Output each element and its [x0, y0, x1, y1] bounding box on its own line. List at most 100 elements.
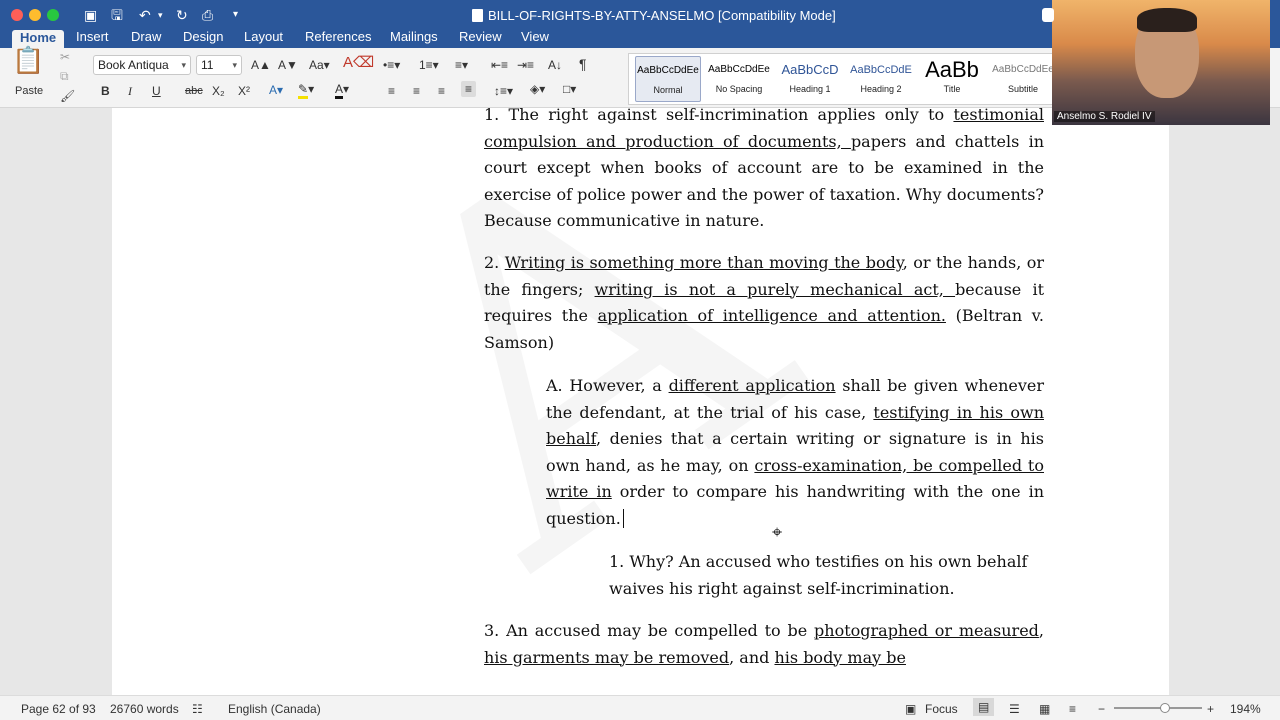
superscript-button[interactable]: X²	[238, 83, 250, 99]
font-size-select[interactable]: 11 ▾	[196, 55, 242, 75]
style-heading-2[interactable]: AaBbCcDdE Heading 2	[848, 56, 914, 102]
video-overlay[interactable]: Anselmo S. Rodiel IV	[1052, 0, 1270, 125]
style-preview: AaBbCcD	[781, 62, 839, 77]
increase-indent-icon[interactable]: ⇥≡	[517, 57, 534, 73]
zoom-slider-thumb[interactable]	[1160, 703, 1170, 713]
align-right-icon[interactable]: ≡	[438, 83, 445, 99]
underlined-text: his garments may be removed	[484, 647, 730, 667]
text-run: 1. The right against self-incrimination …	[484, 108, 954, 124]
proofing-icon[interactable]: ☷	[192, 702, 203, 716]
italic-button[interactable]: I	[128, 83, 132, 99]
underlined-text: Writing is something more than moving th…	[504, 253, 903, 272]
tab-draw[interactable]: Draw	[131, 30, 161, 48]
style-normal[interactable]: AaBbCcDdEe Normal	[635, 56, 701, 102]
subscript-button[interactable]: X₂	[212, 83, 225, 99]
bullets-icon[interactable]: •≡▾	[383, 57, 400, 73]
paragraph-a-1[interactable]: 1. Why? An accused who testifies on his …	[609, 549, 1044, 602]
draft-view-icon[interactable]: ▦	[1039, 702, 1050, 716]
sidebar-toggle-icon[interactable]: ▣	[84, 7, 97, 23]
text-run: 3. An accused may be compelled to be	[484, 621, 815, 640]
participant-hair	[1137, 8, 1197, 32]
text-effects-icon[interactable]: A▾	[269, 82, 283, 98]
style-preview: AaBbCcDdE	[850, 64, 912, 76]
redo-icon[interactable]: ↻	[176, 7, 188, 23]
chevron-down-icon: ▾	[232, 60, 237, 70]
paste-label[interactable]: Paste	[15, 83, 43, 99]
shading-icon[interactable]: ◈▾	[530, 81, 545, 97]
decrease-indent-icon[interactable]: ⇤≡	[491, 57, 508, 73]
minimize-window-button[interactable]	[29, 9, 41, 21]
save-icon[interactable]: 🖫	[111, 7, 123, 23]
font-name-select[interactable]: Book Antiqua ▾	[93, 55, 191, 75]
customize-toolbar-icon[interactable]: ▾	[233, 7, 238, 23]
show-formatting-icon[interactable]: ¶	[579, 56, 587, 72]
tab-mailings[interactable]: Mailings	[390, 30, 438, 48]
undo-dropdown-icon[interactable]: ▾	[158, 7, 163, 23]
shrink-font-icon[interactable]: A▼	[278, 57, 298, 73]
outline-view-icon[interactable]: ☰	[1009, 702, 1020, 716]
tab-references[interactable]: References	[305, 30, 371, 48]
close-window-button[interactable]	[11, 9, 23, 21]
document-page[interactable]: A 1. The right against self-incriminatio…	[112, 108, 1169, 695]
underlined-text: writing is not a purely mechanical act,	[594, 279, 956, 299]
ibeam-cursor-icon: ⌖	[772, 522, 783, 542]
tab-review[interactable]: Review	[459, 30, 502, 48]
justify-icon[interactable]: ≡	[461, 81, 477, 97]
style-no-spacing[interactable]: AaBbCcDdEe No Spacing	[706, 56, 772, 102]
page-count[interactable]: Page 62 of 93	[21, 702, 96, 716]
line-spacing-icon[interactable]: ↕≡▾	[494, 83, 513, 99]
tab-layout[interactable]: Layout	[244, 30, 283, 48]
paragraph-2[interactable]: 2. Writing is something more than moving…	[484, 250, 1044, 356]
style-subtitle[interactable]: AaBbCcDdEe Subtitle	[990, 56, 1056, 102]
print-layout-icon[interactable]: ▤	[973, 698, 995, 716]
style-heading-1[interactable]: AaBbCcD Heading 1	[777, 56, 843, 102]
document-canvas: A 1. The right against self-incriminatio…	[0, 108, 1280, 695]
zoom-out-icon[interactable]: −	[1098, 702, 1105, 716]
numbering-icon[interactable]: 1≡▾	[419, 57, 439, 73]
word-count[interactable]: 26760 words	[110, 702, 179, 716]
style-label: Subtitle	[1007, 84, 1039, 94]
language[interactable]: English (Canada)	[228, 702, 321, 716]
style-label: No Spacing	[715, 84, 763, 94]
grow-font-icon[interactable]: A▲	[251, 57, 271, 73]
tab-insert[interactable]: Insert	[76, 30, 109, 48]
focus-icon[interactable]: ▣	[905, 702, 916, 716]
zoom-level[interactable]: 194%	[1230, 702, 1261, 716]
tab-view[interactable]: View	[521, 30, 549, 48]
underline-button[interactable]: U	[152, 83, 161, 99]
zoom-in-icon[interactable]: +	[1207, 702, 1214, 716]
paragraph-3[interactable]: 3. An accused may be compelled to be pho…	[484, 618, 1044, 671]
tab-design[interactable]: Design	[183, 30, 223, 48]
font-color-icon[interactable]: A▾	[335, 81, 349, 99]
style-preview: AaBbCcDdEe	[708, 64, 770, 75]
style-preview: AaBbCcDdEe	[637, 65, 699, 76]
text-run: 1. Why? An accused who testifies on his …	[609, 552, 1028, 598]
text-cursor	[622, 508, 624, 528]
paragraph-1[interactable]: 1. The right against self-incrimination …	[484, 108, 1044, 235]
zoom-window-button[interactable]	[47, 9, 59, 21]
paste-icon[interactable]: 📋	[12, 47, 44, 73]
text-run: ,	[1038, 621, 1045, 640]
zoom-slider[interactable]	[1114, 707, 1202, 709]
strikethrough-button[interactable]: abc	[185, 83, 203, 99]
borders-icon[interactable]: □▾	[563, 81, 576, 97]
screen-share-icon[interactable]	[1042, 8, 1054, 22]
web-layout-icon[interactable]: ≡	[1069, 702, 1076, 716]
align-center-icon[interactable]: ≡	[413, 83, 420, 99]
copy-icon[interactable]: ⧉	[60, 68, 69, 84]
cut-icon[interactable]: ✂	[60, 49, 70, 65]
status-bar: Page 62 of 93 26760 words ☷ English (Can…	[0, 695, 1280, 720]
focus-label[interactable]: Focus	[925, 702, 958, 716]
undo-icon[interactable]: ↶	[139, 7, 151, 23]
change-case-icon[interactable]: Aa▾	[309, 57, 330, 73]
sort-icon[interactable]: A↓	[548, 57, 562, 73]
multilevel-list-icon[interactable]: ≡▾	[455, 57, 468, 73]
paragraph-a[interactable]: A. However, a different application shal…	[546, 373, 1044, 532]
highlight-icon[interactable]: ✎▾	[298, 81, 314, 99]
format-painter-icon[interactable]: 🖌	[60, 88, 75, 104]
print-icon[interactable]: ⎙	[202, 7, 213, 23]
clear-formatting-icon[interactable]: A⌫	[343, 55, 374, 71]
align-left-icon[interactable]: ≡	[388, 83, 395, 99]
style-title[interactable]: AaBb Title	[919, 56, 985, 102]
bold-button[interactable]: B	[101, 83, 110, 99]
